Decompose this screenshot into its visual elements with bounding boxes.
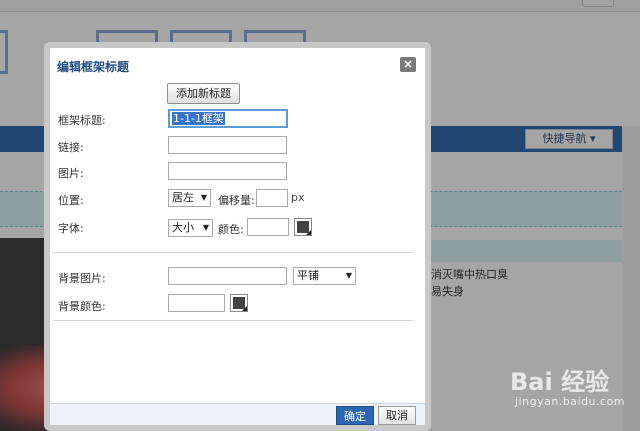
add-new-title-button[interactable]: 添加新标题 — [167, 83, 240, 104]
bg-image-input[interactable] — [168, 267, 287, 285]
color-label: 颜色: — [218, 223, 244, 236]
position-select-value: 居左 — [172, 191, 194, 204]
bg-color-label: 背景颜色: — [58, 300, 106, 313]
bg-repeat-select[interactable]: 平铺 ▼ — [293, 267, 356, 285]
dropdown-arrow-icon: ▼ — [202, 223, 209, 232]
dropdown-arrow-icon: ▼ — [200, 193, 207, 202]
dialog-title: 编辑框架标题 — [57, 60, 130, 74]
color-picker-icon[interactable] — [294, 218, 312, 236]
offset-label: 偏移量: — [218, 194, 255, 207]
cancel-button[interactable]: 取消 — [378, 406, 416, 425]
watermark-url: jingyan.baidu.com — [515, 395, 626, 408]
link-label: 链接: — [58, 141, 84, 154]
title-input-value: 1-1-1框架 — [172, 112, 225, 125]
bg-color-input[interactable] — [168, 294, 225, 312]
title-label: 框架标题: — [58, 114, 106, 127]
divider — [53, 320, 413, 321]
ok-button[interactable]: 确定 — [336, 406, 374, 425]
dialog-body: 编辑框架标题 × 添加新标题 框架标题: 1-1-1框架 链接: 图片: 位置:… — [50, 48, 425, 425]
bg-repeat-select-value: 平铺 — [297, 269, 319, 282]
position-label: 位置: — [58, 194, 84, 207]
font-label: 字体: — [58, 222, 84, 235]
bg-image-label: 背景图片: — [58, 272, 106, 285]
offset-unit: px — [291, 191, 305, 204]
image-label: 图片: — [58, 167, 84, 180]
watermark-logo: Bai 经验 — [510, 368, 610, 396]
position-select[interactable]: 居左 ▼ — [168, 189, 211, 207]
font-size-select[interactable]: 大小 ▼ — [168, 219, 213, 237]
dropdown-arrow-icon: ▼ — [345, 271, 352, 280]
color-input[interactable] — [247, 218, 289, 236]
offset-input[interactable] — [256, 189, 288, 207]
link-input[interactable] — [168, 136, 287, 154]
font-size-select-value: 大小 — [172, 221, 194, 234]
bg-color-picker-icon[interactable] — [230, 294, 248, 312]
image-input[interactable] — [168, 162, 287, 180]
close-icon[interactable]: × — [400, 57, 416, 72]
dialog-footer: 确定 取消 — [50, 403, 425, 425]
edit-frame-title-dialog: 编辑框架标题 × 添加新标题 框架标题: 1-1-1框架 链接: 图片: 位置:… — [44, 42, 431, 431]
title-input[interactable]: 1-1-1框架 — [168, 109, 288, 128]
divider — [53, 252, 413, 253]
